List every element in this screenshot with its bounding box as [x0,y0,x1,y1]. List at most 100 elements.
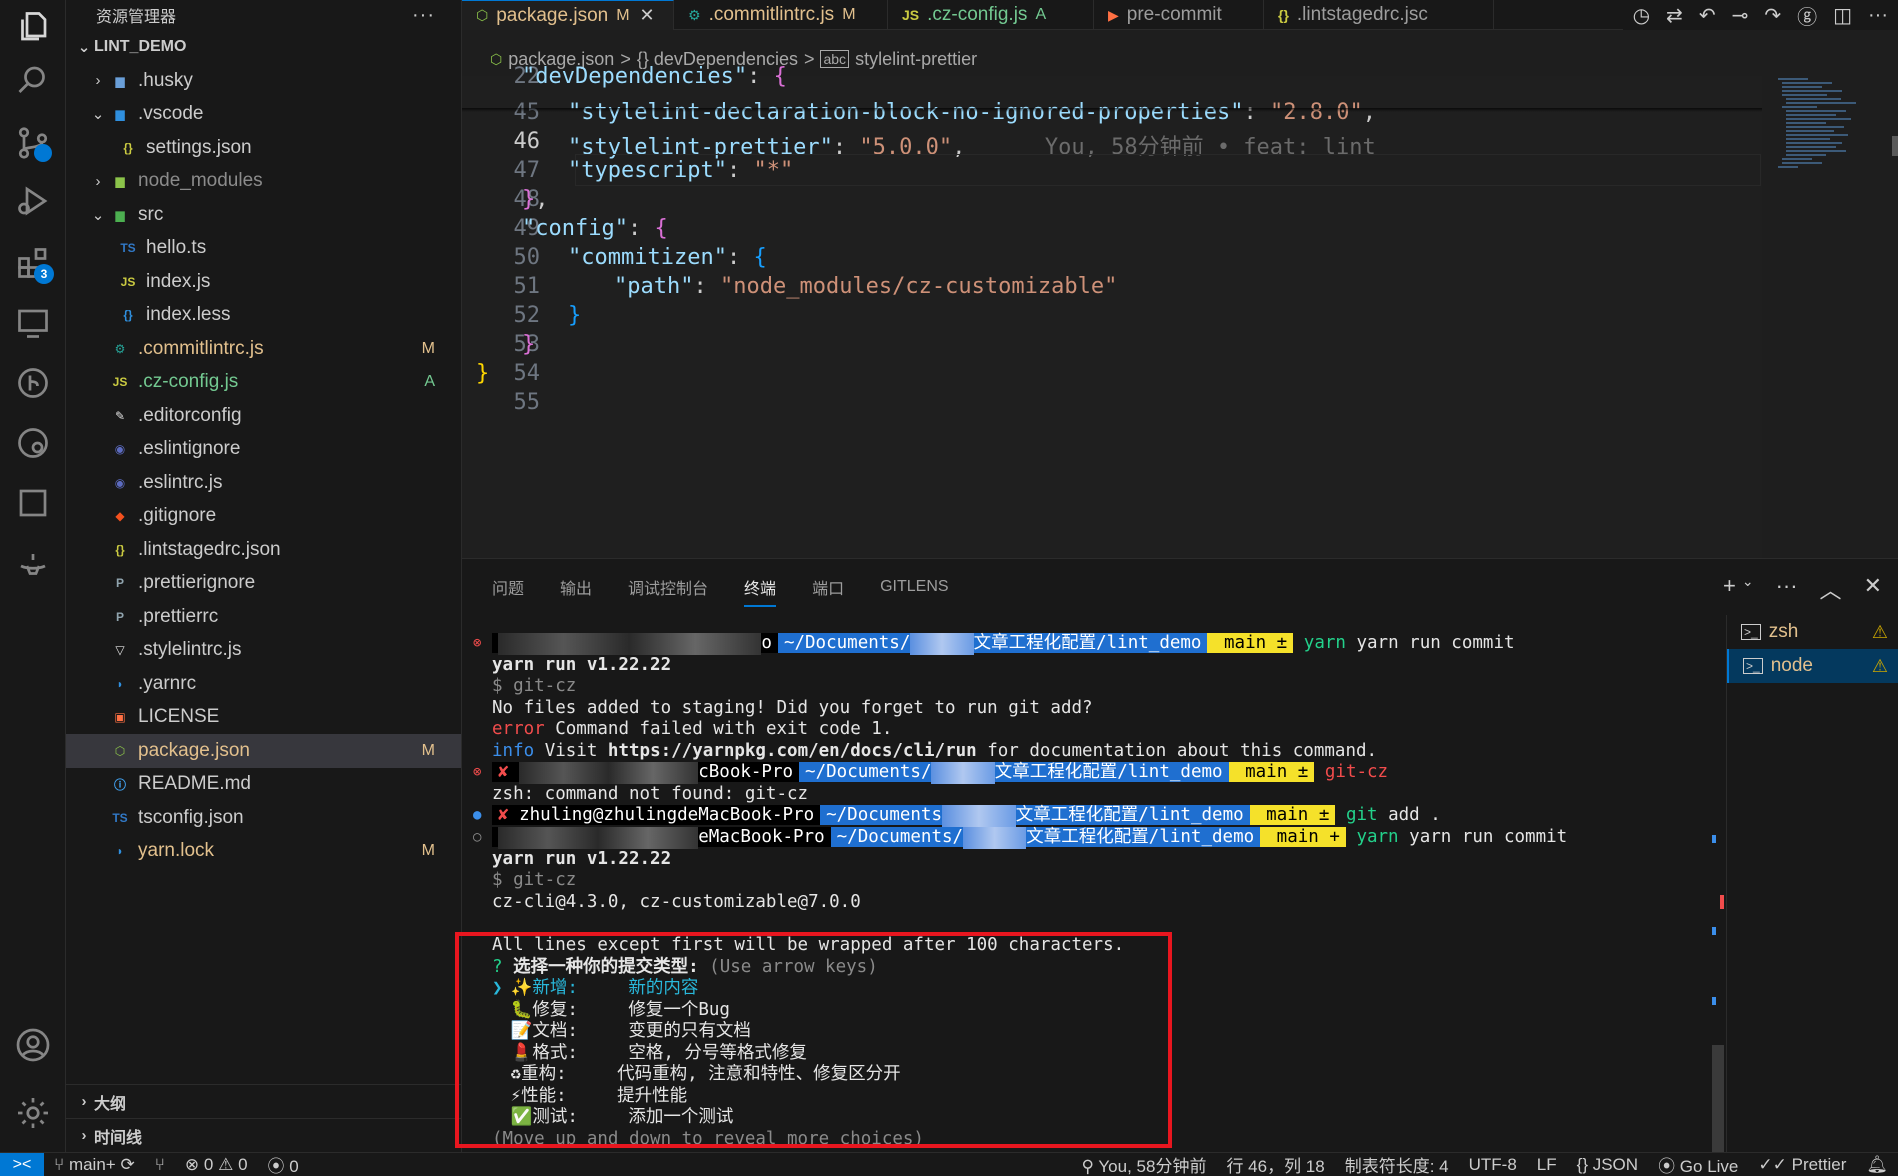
tree-item-yarn-lock[interactable]: ◗ yarn.lock M [66,835,461,869]
breadcrumb-node-stylelint-prettier[interactable]: stylelint-prettier [855,49,977,70]
tree-item-label: settings.json [146,136,252,158]
tree-item-index-js[interactable]: JS index.js [66,265,461,299]
gitlens-inspect-icon[interactable] [8,418,58,468]
outline-section[interactable]: › 大纲 [66,1084,461,1118]
tree-item-cz-config-js[interactable]: JS .cz-config.js A [66,366,461,400]
language-mode[interactable]: {} JSON [1567,1155,1648,1175]
panel-tab[interactable]: 端口 [812,575,844,599]
cursor-position[interactable]: 行 46，列 18 [1216,1152,1334,1176]
line-number: 47 [513,158,541,183]
next-change-icon[interactable]: ↷ [1764,3,1781,28]
more-actions-icon[interactable]: ··· [412,4,435,27]
scroll-marker [1720,895,1724,909]
command-running-icon[interactable]: ○ [473,827,481,849]
panel-tab[interactable]: 问题 [492,575,524,599]
terminal-instance[interactable]: >_ node ⚠ [1727,649,1898,683]
tree-item-settings-json[interactable]: {} settings.json [66,131,461,165]
lamp-icon[interactable] [8,538,58,588]
close-tab-icon[interactable]: ✕ [640,5,655,26]
problems-indicator[interactable]: ⊗ 0 ⚠ 0 [175,1155,258,1175]
tree-item-package-json[interactable]: ⬡ package.json M [66,734,461,768]
tree-item-index-less[interactable]: {} index.less [66,299,461,333]
new-terminal-icon[interactable]: + [1723,573,1736,605]
tree-item-husky[interactable]: › ▆ .husky [66,64,461,98]
tree-item-gitignore[interactable]: ◆ .gitignore [66,500,461,534]
more-editor-actions-icon[interactable]: ··· [1868,4,1888,27]
tab-size[interactable]: 制表符长度: 4 [1335,1152,1459,1176]
terminal-info-line: info Visit https://yarnpkg.com/en/docs/c… [492,741,1378,761]
tree-item-tsconfig-json[interactable]: TS tsconfig.json [66,801,461,835]
command-error-icon[interactable]: ⊗ [473,762,481,784]
tree-item-vscode[interactable]: ⌄ ▆ .vscode [66,98,461,132]
panel-tab[interactable]: GITLENS [880,578,948,596]
run-debug-icon[interactable] [8,176,58,226]
tree-item-eslintignore[interactable]: ◉ .eslintignore [66,433,461,467]
gitlens-toggle-icon[interactable]: ⓖ [1797,1,1817,30]
tree-item-label: .yarnrc [138,672,197,694]
ports-indicator[interactable]: ⦿ 0 [258,1152,309,1176]
tab-label: .cz-config.js [927,4,1028,25]
tree-item-label: yarn.lock [138,840,215,862]
editor-tab[interactable]: {} .lintstagedrc.jsc [1264,0,1494,30]
command-success-icon[interactable]: ● [473,805,481,827]
timeline-history-icon[interactable]: ◷ [1633,3,1650,28]
editor-tab[interactable]: JS .cz-config.js A [888,0,1094,30]
tree-item-stylelintrc-js[interactable]: ▽ .stylelintrc.js [66,634,461,668]
tree-item-lintstagedrc-json[interactable]: {} .lintstagedrc.json [66,533,461,567]
compare-changes-icon[interactable]: ⇄ [1666,3,1683,28]
tree-item-label: .cz-config.js [138,371,239,393]
account-icon[interactable] [8,1020,58,1070]
tree-item-editorconfig[interactable]: ✎ .editorconfig [66,399,461,433]
tree-item-prettierignore[interactable]: P .prettierignore [66,567,461,601]
search-icon[interactable] [8,55,58,105]
tree-item-node-modules[interactable]: › ▆ node_modules [66,165,461,199]
branch-indicator[interactable]: ⑂ main+ ⟳ [44,1155,145,1175]
panel-tab[interactable]: 调试控制台 [628,575,708,599]
editor-tab[interactable]: ⚙ .commitlintrc.js M [674,0,888,30]
json-key: "commitizen" [568,245,727,270]
tree-item-eslintrc-js[interactable]: ◉ .eslintrc.js [66,466,461,500]
workspace-root[interactable]: ⌄ LINT_DEMO [66,30,461,64]
blame-indicator[interactable]: ⚲ You, 58分钟前 [1072,1152,1217,1176]
gitlens-graph-icon[interactable]: ⑂ [145,1155,175,1175]
tree-item-commitlintrc-js[interactable]: ⚙ .commitlintrc.js M [66,332,461,366]
code-line-53: } [522,332,536,357]
maximize-panel-icon[interactable]: ︿ [1820,573,1842,605]
gitlens-icon[interactable] [8,358,58,408]
more-panel-actions-icon[interactable]: ··· [1776,573,1798,605]
tree-item-src[interactable]: ⌄ ▆ src [66,198,461,232]
commit-graph-icon[interactable]: ⊸ [1732,3,1749,28]
minimap[interactable] [1768,76,1898,206]
settings-gear-icon[interactable] [8,1088,58,1138]
editor-tab[interactable]: ▶ pre-commit [1094,0,1264,30]
code-editor[interactable]: 22 45 46 47 48 49 50 51 52 53 54 55 "devDependencie… [462,64,1762,558]
tree-item-prettierrc[interactable]: P .prettierrc [66,600,461,634]
explorer-icon[interactable] [8,2,58,52]
go-live-button[interactable]: ⦿ Go Live [1648,1152,1748,1176]
end-of-line[interactable]: LF [1527,1155,1567,1175]
notifications-bell-icon[interactable]: 🔔︎ [1856,1155,1898,1175]
timeline-section[interactable]: › 时间线 [66,1118,461,1152]
terminal-instance[interactable]: >_ zsh ⚠ [1727,615,1898,649]
tree-item-yarnrc[interactable]: ◗ .yarnrc [66,667,461,701]
tree-item-readme-md[interactable]: ⓘ README.md [66,768,461,802]
status-bar: >< ⑂ main+ ⟳ ⑂ ⊗ 0 ⚠ 0 ⦿ 0 ⚲ You, 58分钟前 … [0,1152,1898,1176]
tree-item-license[interactable]: ▣ LICENSE [66,701,461,735]
split-editor-icon[interactable]: ◫ [1833,3,1852,28]
file-encoding[interactable]: UTF-8 [1459,1155,1527,1175]
remote-indicator-icon[interactable]: >< [0,1152,44,1176]
remote-explorer-icon[interactable] [8,298,58,348]
editor-tab[interactable]: ⬡ package.json M ✕ [462,0,674,30]
tree-item-hello-ts[interactable]: TS hello.ts [66,232,461,266]
extensions-icon[interactable]: 3 [8,238,58,288]
previous-change-icon[interactable]: ↶ [1699,3,1716,28]
terminal-dropdown-icon[interactable]: ⌄ [1742,573,1754,605]
square-view-icon[interactable] [8,478,58,528]
prettier-status[interactable]: ✓✓ Prettier [1748,1155,1856,1175]
panel-tab[interactable]: 终端 [744,575,777,607]
source-control-icon[interactable] [8,118,58,168]
command-error-icon[interactable]: ⊗ [473,633,481,655]
terminal-scrollbar[interactable] [1712,1045,1724,1153]
close-panel-icon[interactable]: ✕ [1864,573,1882,605]
panel-tab[interactable]: 输出 [560,575,592,599]
